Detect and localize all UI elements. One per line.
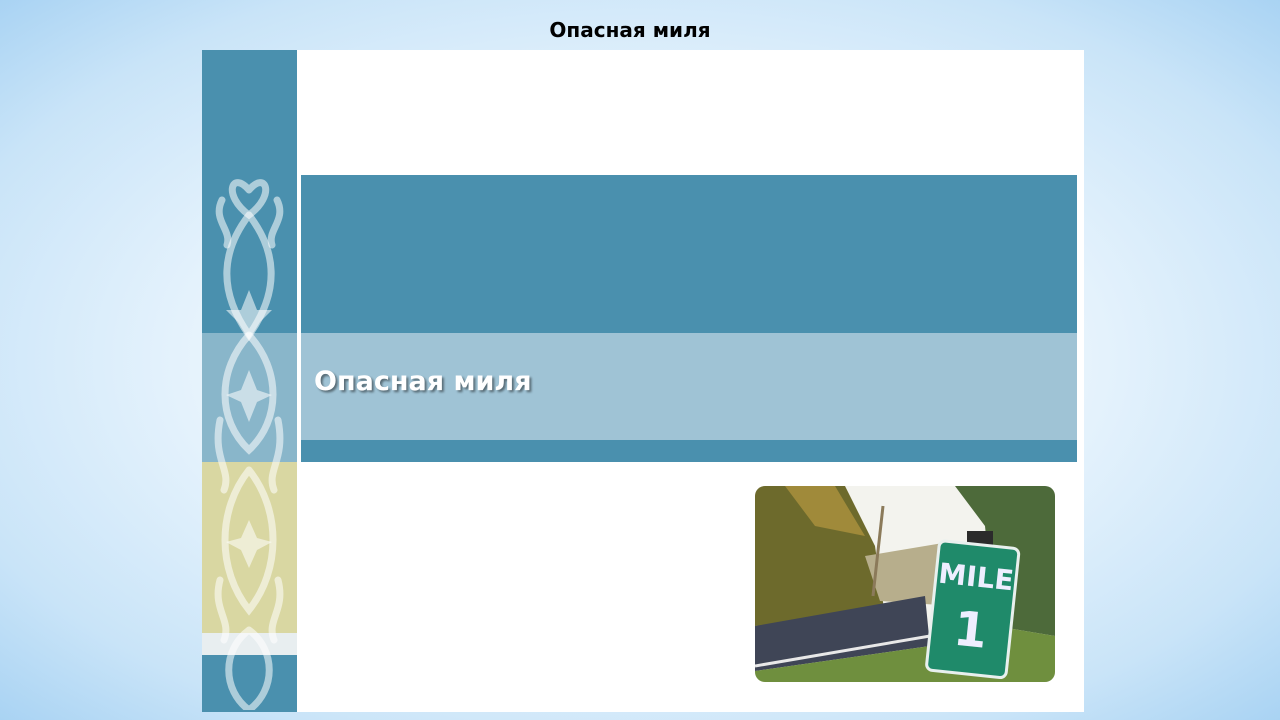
title-band-top bbox=[301, 175, 1077, 333]
ornament-strip bbox=[202, 50, 297, 712]
kazakh-ornament-icon bbox=[214, 179, 284, 710]
mile-sign-photo: MILE 1 bbox=[755, 486, 1055, 682]
title-band-bottom bbox=[301, 440, 1077, 462]
slide-title: Опасная миля bbox=[314, 366, 532, 397]
sign-text-number: 1 bbox=[951, 601, 990, 660]
window-title: Опасная миля bbox=[549, 18, 711, 42]
slide: Опасная миля MILE 1 bbox=[202, 50, 1084, 712]
